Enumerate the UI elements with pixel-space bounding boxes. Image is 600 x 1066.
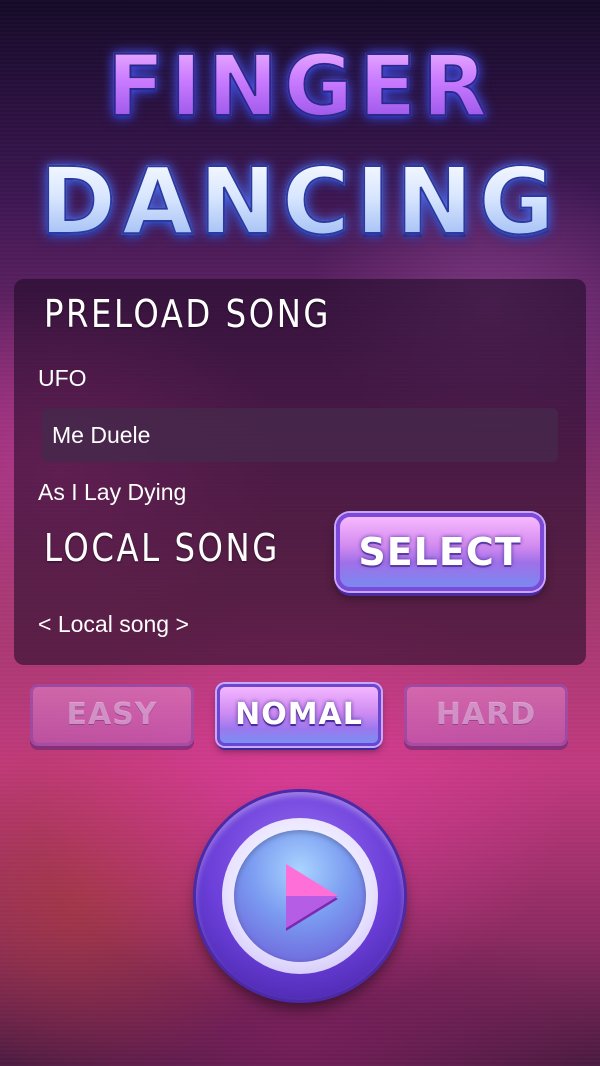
song-item-ufo[interactable]: UFO: [28, 351, 544, 405]
game-title-line2: DANCING: [0, 149, 600, 255]
game-title-line1: FINGER: [0, 37, 600, 135]
local-song-heading: LOCAL SONG: [44, 526, 280, 570]
difficulty-easy-button[interactable]: EASY: [30, 684, 194, 746]
play-button[interactable]: [196, 792, 404, 1000]
play-button-ring: [222, 818, 378, 974]
song-item-me-duele[interactable]: Me Duele: [42, 408, 558, 462]
local-song-value[interactable]: < Local song >: [28, 597, 544, 651]
difficulty-hard-button[interactable]: HARD: [404, 684, 568, 746]
difficulty-normal-button[interactable]: NOMAL: [217, 684, 381, 746]
play-button-face: [234, 830, 366, 962]
song-item-as-i-lay-dying[interactable]: As I Lay Dying: [28, 465, 544, 519]
preload-song-heading: PRELOAD SONG: [44, 292, 331, 336]
play-icon-shade: [286, 896, 338, 928]
select-button[interactable]: SELECT: [336, 513, 544, 591]
